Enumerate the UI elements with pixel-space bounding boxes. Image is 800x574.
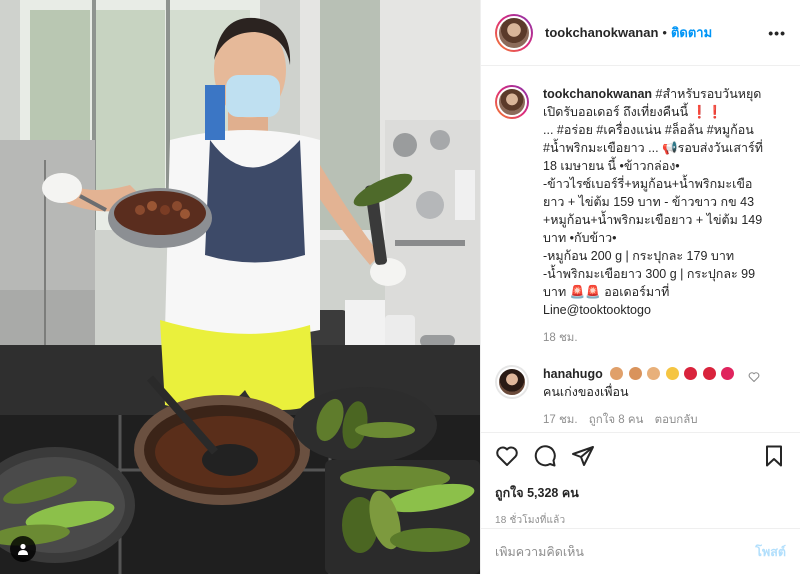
- clap-emoji-icon: [628, 367, 642, 380]
- user-icon: [18, 543, 28, 555]
- comment-item: hanahugo คนเก่งของเพื่อน 17 ชม. ถูกใจ 8 …: [495, 365, 786, 429]
- comment-body: hanahugo คนเก่งของเพื่อน 17 ชม. ถูกใจ 8 …: [543, 365, 736, 429]
- post-comment-button[interactable]: โพสต์: [755, 542, 786, 562]
- tagged-user-button[interactable]: [10, 536, 36, 562]
- follow-button[interactable]: ติดตาม: [671, 22, 712, 43]
- comment-likes[interactable]: ถูกใจ 8 คน: [589, 414, 644, 426]
- lips-emoji-icon: [684, 367, 698, 380]
- likes-number: 5,328: [527, 486, 559, 500]
- comment-meta: 17 ชม. ถูกใจ 8 คน ตอบกลับ: [543, 411, 736, 429]
- kitchen-photo-illustration: [0, 0, 480, 574]
- caption-username[interactable]: tookchanokwanan: [543, 87, 652, 101]
- comment-time[interactable]: 17 ชม.: [543, 414, 578, 426]
- comment-text: คนเก่งของเพื่อน: [543, 385, 629, 399]
- post-actions: ถูกใจ 5,328 คน 18 ชั่วโมงที่แล้ว: [481, 432, 800, 528]
- comments-section: tookchanokwanan #สำหรับรอบวันหยุด เปิดรั…: [481, 67, 800, 432]
- comment-emojis: [610, 365, 736, 383]
- likes-unit: คน: [561, 486, 579, 500]
- heart-eyes-emoji-icon: [665, 367, 679, 380]
- reply-button[interactable]: ตอบกลับ: [655, 414, 698, 426]
- heart-icon[interactable]: [495, 444, 519, 468]
- post-photo[interactable]: [0, 0, 480, 574]
- clap-emoji-icon: [610, 367, 624, 380]
- author-username[interactable]: tookchanokwanan: [545, 25, 658, 40]
- thumbs-up-emoji-icon: [647, 367, 661, 380]
- caption-avatar[interactable]: [495, 85, 529, 119]
- red-heart-emoji-icon: [721, 367, 735, 380]
- comment-input[interactable]: [495, 544, 756, 559]
- author-avatar[interactable]: [495, 13, 533, 52]
- add-comment-bar: โพสต์: [481, 528, 800, 574]
- likes-label: ถูกใจ: [495, 486, 524, 500]
- bookmark-icon[interactable]: [762, 444, 786, 468]
- commenter-username[interactable]: hanahugo: [543, 367, 603, 381]
- lips-emoji-icon: [702, 367, 716, 380]
- more-options-button[interactable]: •••: [768, 25, 786, 41]
- action-icons: [495, 441, 786, 471]
- caption-text: #สำหรับรอบวันหยุด เปิดรับออเดอร์ ถึงเที่…: [543, 87, 763, 317]
- header-separator: •: [662, 25, 667, 40]
- comment-icon[interactable]: [533, 444, 557, 468]
- post-timestamp[interactable]: 18 ชั่วโมงที่แล้ว: [495, 513, 786, 528]
- caption-body: tookchanokwanan #สำหรับรอบวันหยุด เปิดรั…: [543, 85, 763, 347]
- caption-meta: 18 ชม.: [543, 329, 763, 347]
- like-count[interactable]: ถูกใจ 5,328 คน: [495, 483, 786, 503]
- paper-plane-icon[interactable]: [571, 444, 595, 468]
- post-details-panel: tookchanokwanan • ติดตาม ••• tookchanokw…: [480, 0, 800, 574]
- post-header: tookchanokwanan • ติดตาม •••: [481, 0, 800, 66]
- caption-comment: tookchanokwanan #สำหรับรอบวันหยุด เปิดรั…: [495, 85, 786, 347]
- caption-time[interactable]: 18 ชม.: [543, 332, 578, 344]
- commenter-avatar[interactable]: [495, 365, 529, 399]
- heart-icon[interactable]: [748, 371, 760, 383]
